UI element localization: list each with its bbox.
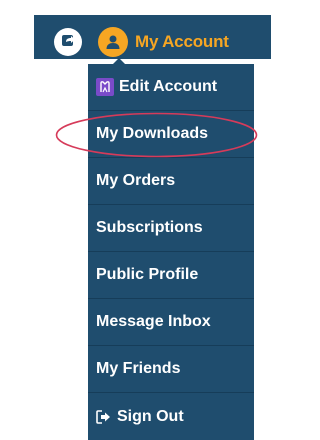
menu-item-label: Sign Out: [117, 407, 184, 425]
menu-item-label: My Friends: [96, 360, 181, 377]
menu-item-edit-account[interactable]: Edit Account: [88, 64, 254, 111]
my-account-label: My Account: [135, 32, 229, 51]
user-icon: [98, 27, 128, 57]
my-account-button[interactable]: My Account: [98, 26, 229, 58]
menu-item-my-orders[interactable]: My Orders: [88, 158, 254, 205]
menu-item-label: Edit Account: [119, 78, 218, 95]
menu-item-message-inbox[interactable]: Message Inbox: [88, 299, 254, 346]
edit-account-icon: [96, 78, 114, 96]
menu-item-sign-out[interactable]: Sign Out: [88, 393, 254, 440]
menu-item-my-downloads[interactable]: My Downloads: [88, 111, 254, 158]
menu-item-label: My Downloads: [96, 125, 209, 142]
menu-item-label: Public Profile: [96, 266, 199, 283]
menu-item-label: My Orders: [96, 172, 176, 189]
top-bar: My Account: [0, 0, 279, 65]
account-dropdown-menu: Edit Account My Downloads My Orders Subs…: [88, 64, 254, 440]
menu-item-label: Subscriptions: [96, 219, 203, 236]
menu-item-my-friends[interactable]: My Friends: [88, 346, 254, 393]
share-button[interactable]: [54, 28, 82, 56]
menu-item-label: Message Inbox: [96, 313, 211, 330]
menu-item-subscriptions[interactable]: Subscriptions: [88, 205, 254, 252]
share-arrow-icon: [60, 32, 76, 53]
menu-item-public-profile[interactable]: Public Profile: [88, 252, 254, 299]
sign-out-icon: [96, 409, 112, 424]
